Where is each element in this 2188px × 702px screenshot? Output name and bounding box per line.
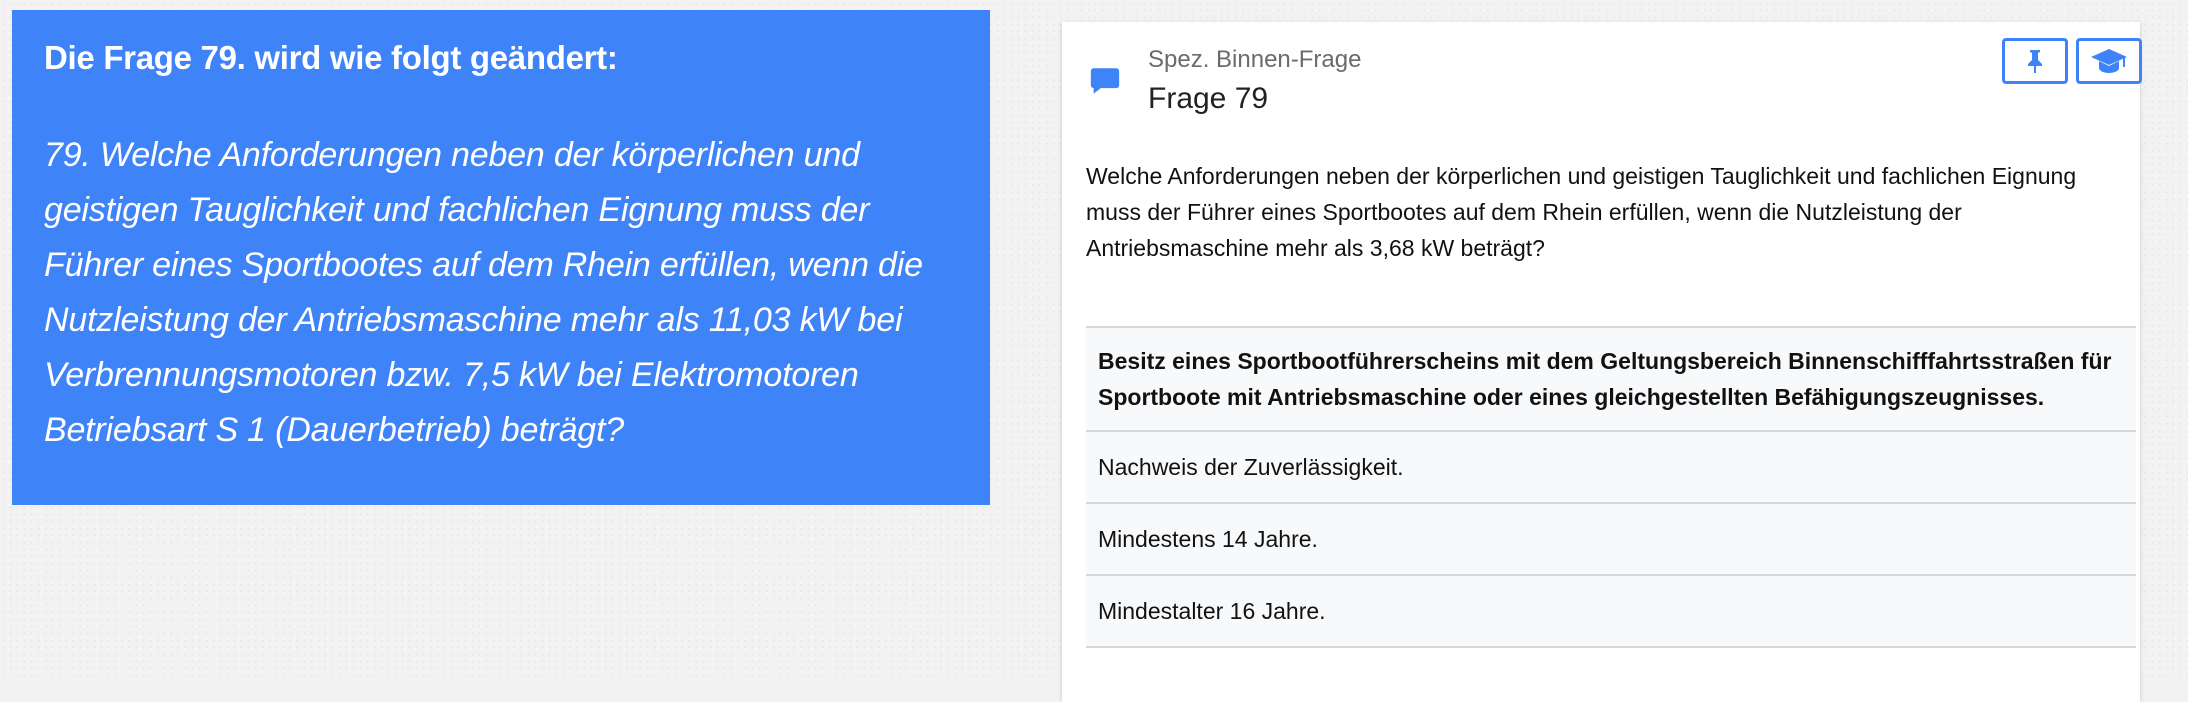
card-header: Spez. Binnen-Frage Frage 79 bbox=[1062, 22, 2142, 132]
notice-title: Die Frage 79. wird wie folgt geändert: bbox=[44, 39, 618, 76]
answer-option[interactable]: Nachweis der Zuverlässigkeit. bbox=[1086, 432, 2136, 504]
question-text: Welche Anforderungen neben der körperlic… bbox=[1086, 163, 2077, 261]
notice-body: 79. Welche Anforderungen neben der körpe… bbox=[44, 135, 923, 449]
learn-button[interactable] bbox=[2076, 38, 2142, 84]
answer-option-correct[interactable]: Besitz eines Sportbootführerscheins mit … bbox=[1086, 328, 2136, 432]
pin-button[interactable] bbox=[2002, 38, 2068, 84]
answer-option[interactable]: Mindestalter 16 Jahre. bbox=[1086, 576, 2136, 648]
graduation-cap-icon bbox=[2091, 49, 2127, 73]
question-card: Spez. Binnen-Frage Frage 79 Welche Anfor… bbox=[1062, 22, 2142, 702]
answer-option[interactable]: Mindestens 14 Jahre. bbox=[1086, 504, 2136, 576]
question-title: Frage 79 bbox=[1148, 82, 1269, 115]
pin-icon bbox=[2028, 50, 2042, 73]
chat-bubble-icon bbox=[1090, 68, 1120, 94]
answer-list: Besitz eines Sportbootführerscheins mit … bbox=[1086, 326, 2136, 648]
change-notice-box: Die Frage 79. wird wie folgt geändert: 7… bbox=[12, 10, 990, 505]
question-category: Spez. Binnen-Frage bbox=[1148, 46, 1362, 73]
